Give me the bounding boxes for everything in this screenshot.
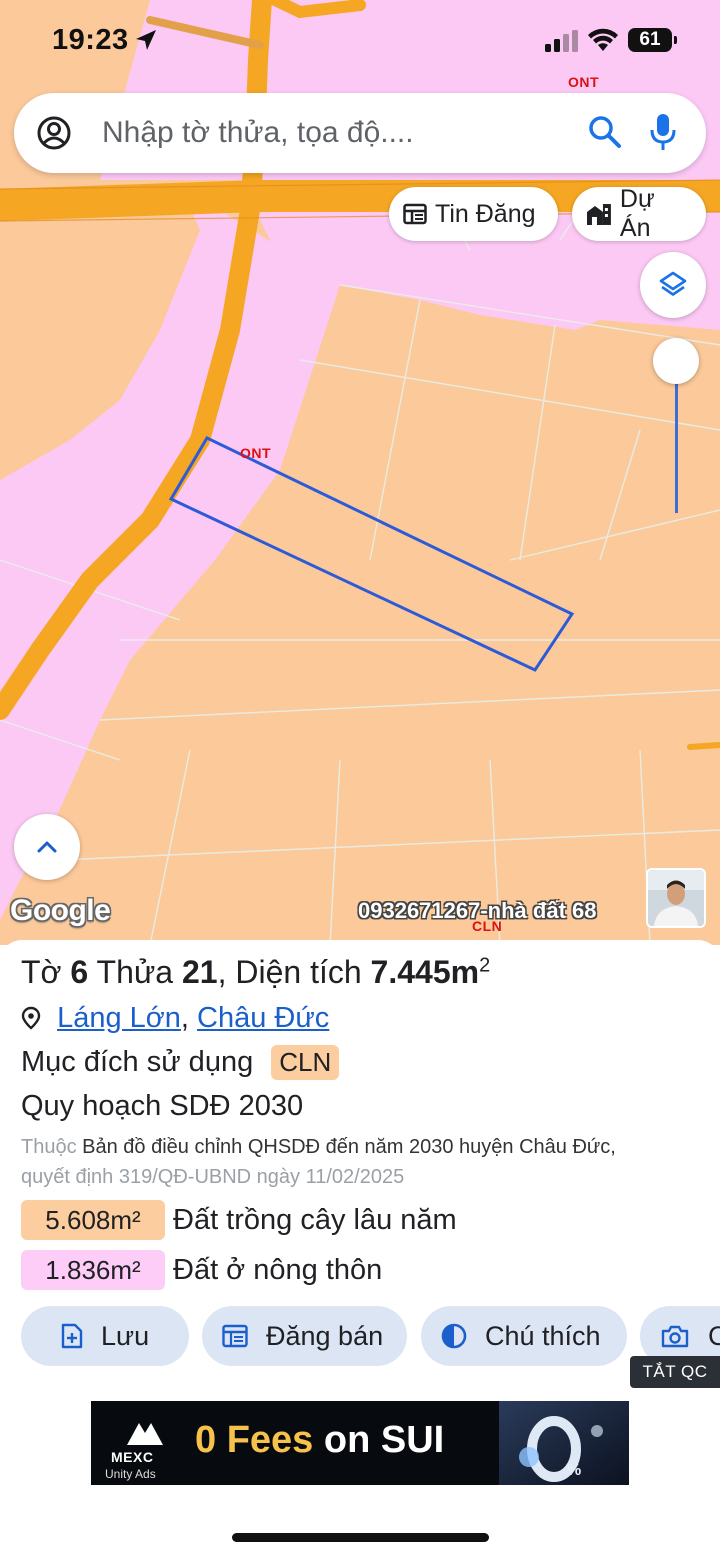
post-sale-button[interactable]: Đăng bán <box>202 1306 407 1366</box>
wifi-icon <box>588 28 618 51</box>
add-document-icon <box>61 1323 83 1349</box>
action-buttons: Lưu Đăng bán Chú thích C <box>21 1306 720 1366</box>
district-link[interactable]: Châu Đức <box>197 1002 329 1034</box>
ad-network: Unity Ads <box>105 1467 156 1481</box>
ad-artwork: % <box>499 1401 629 1485</box>
ad-headline-fees: 0 Fees <box>195 1419 314 1461</box>
area-label-cln: Đất trồng cây lâu năm <box>173 1203 457 1236</box>
contrast-icon <box>441 1323 467 1349</box>
status-bar: 19:23 61 <box>0 0 720 84</box>
ad-brand-name: MEXC <box>111 1449 154 1465</box>
avatar[interactable] <box>646 868 706 928</box>
home-indicator[interactable] <box>232 1533 489 1542</box>
microphone-icon[interactable] <box>650 113 676 153</box>
listing-icon <box>222 1324 248 1348</box>
legend-button[interactable]: Chú thích <box>421 1306 627 1366</box>
camera-add-icon <box>661 1325 689 1348</box>
note-prefix: Thuộc <box>21 1136 77 1158</box>
total-area: 7.445m <box>370 954 480 990</box>
map-watermark: 0932671267-nhà đất 68 <box>358 898 597 923</box>
battery-indicator: 61 <box>628 28 677 52</box>
ad-headline: 0 Fees on SUI <box>195 1419 444 1462</box>
layers-icon <box>659 271 687 296</box>
area-row-cln: 5.608m² Đất trồng cây lâu năm <box>21 1200 457 1240</box>
location-row: Láng Lớn, Châu Đức <box>21 1002 329 1035</box>
commune-link[interactable]: Láng Lớn <box>57 1002 181 1034</box>
ad-headline-sui: on SUI <box>323 1419 445 1461</box>
sheet-label: Tờ <box>21 954 62 990</box>
search-icon[interactable] <box>588 115 622 149</box>
mexc-logo-icon <box>127 1423 163 1445</box>
account-icon[interactable] <box>36 115 72 151</box>
zone-label-ont-parcel: ONT <box>240 445 272 461</box>
area-row-ont: 1.836m² Đất ở nông thôn <box>21 1250 382 1290</box>
cellular-signal-icon <box>545 30 578 52</box>
ad-brand: MEXC Unity Ads <box>105 1409 185 1481</box>
parcel-info-sheet[interactable]: Tờ 6 Thửa 21, Diện tích 7.445m2 Láng Lớn… <box>0 940 720 1557</box>
area-label-ont: Đất ở nông thôn <box>173 1253 383 1286</box>
location-pin-icon <box>21 1006 41 1030</box>
search-input[interactable] <box>102 111 562 155</box>
area-value-ont: 1.836m² <box>21 1250 165 1290</box>
parcel-title: Tờ 6 Thửa 21, Diện tích 7.445m2 <box>21 954 491 990</box>
listings-chip-label: Tin Đăng <box>435 199 536 228</box>
listings-chip[interactable]: Tin Đăng <box>389 187 558 241</box>
purpose-label: Mục đích sử dụng <box>21 1046 254 1078</box>
map-view[interactable]: ONT ONT CLN 19:23 61 Nhập tờ thửa, tọa đ… <box>0 0 720 945</box>
legend-button-label: Chú thích <box>485 1320 601 1351</box>
projects-chip-label: Dự Án <box>619 185 655 242</box>
newspaper-icon <box>403 203 427 225</box>
area-unit-sup: 2 <box>479 954 491 977</box>
status-time: 19:23 <box>52 24 129 56</box>
person-photo <box>648 870 704 926</box>
area-label: Diện tích <box>235 954 362 990</box>
purpose-code-badge: CLN <box>271 1045 340 1080</box>
lot-number: 21 <box>181 954 218 990</box>
search-bar[interactable] <box>14 93 706 173</box>
note-line1: Bản đồ điều chỉnh QHSDĐ đến năm 2030 huy… <box>82 1136 616 1158</box>
svg-text:%: % <box>567 1462 581 1479</box>
plan-note: Thuộc Bản đồ điều chỉnh QHSDĐ đến năm 20… <box>21 1132 720 1192</box>
capture-button-label: C <box>708 1320 720 1351</box>
save-button[interactable]: Lưu <box>21 1306 189 1366</box>
purpose-row: Mục đích sử dụng CLN <box>21 1045 340 1080</box>
expand-up-button[interactable] <box>14 814 80 880</box>
opacity-slider-handle[interactable] <box>653 338 699 384</box>
area-value-cln: 5.608m² <box>21 1200 165 1240</box>
opacity-slider-track[interactable] <box>675 365 678 513</box>
note-line2: quyết định 319/QĐ-UBND ngày 11/02/2025 <box>21 1166 405 1188</box>
ad-banner[interactable]: MEXC Unity Ads 0 Fees on SUI % <box>91 1401 629 1485</box>
post-sale-button-label: Đăng bán <box>266 1320 384 1351</box>
plan-title: Quy hoạch SDĐ 2030 <box>21 1090 304 1122</box>
lot-label: Thửa <box>96 954 174 990</box>
google-logo: Google <box>10 894 111 927</box>
sheet-number: 6 <box>70 954 89 990</box>
close-ad-button[interactable]: TẮT QC <box>630 1356 720 1388</box>
save-button-label: Lưu <box>101 1320 150 1351</box>
buildings-icon <box>586 204 611 225</box>
layers-button[interactable] <box>640 252 706 318</box>
projects-chip[interactable]: Dự Án <box>572 185 706 242</box>
location-arrow-icon <box>136 30 156 50</box>
chevron-up-icon <box>37 841 57 853</box>
